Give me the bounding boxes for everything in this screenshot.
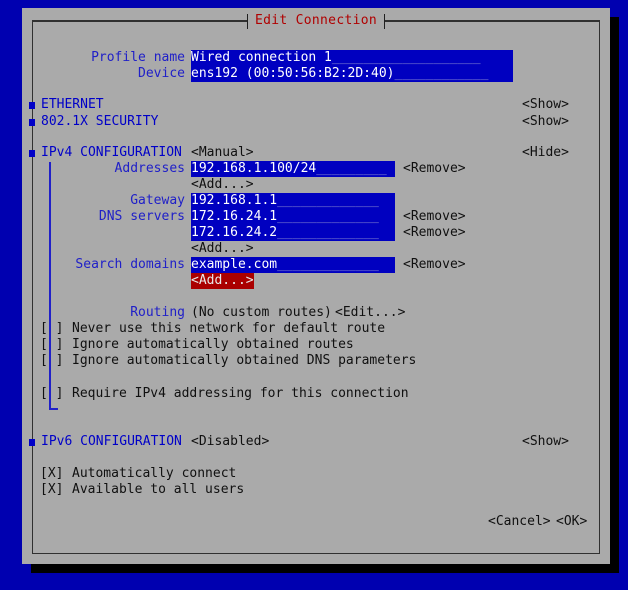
dns-pad-0: _____________ (277, 209, 379, 224)
ipv6-config-label[interactable]: IPv6 CONFIGURATION (41, 434, 182, 450)
address-add-button[interactable]: <Add...> (191, 177, 254, 193)
ipv6-mode-select[interactable]: <Disabled> (191, 434, 269, 450)
addresses-label: Addresses (114, 161, 185, 176)
search-domain-pad-0: _____________ (277, 257, 379, 272)
search-domain-value-0: example.com (191, 257, 278, 272)
dns-pad-1: _____________ (277, 225, 379, 240)
dns-add-button[interactable]: <Add...> (191, 241, 254, 257)
section-ethernet-toggle[interactable]: <Show> (522, 97, 569, 113)
title-rule-left (32, 21, 248, 22)
edit-connection-dialog: Edit Connection Profile name Wired conne… (22, 8, 610, 564)
ipv6-toggle[interactable]: <Show> (522, 434, 569, 450)
gateway-pad: _____________ (277, 193, 379, 208)
ethernet-bullet-icon (29, 102, 35, 109)
gateway-label: Gateway (130, 193, 185, 208)
section-8021x-toggle[interactable]: <Show> (522, 114, 569, 130)
address-remove-0[interactable]: <Remove> (403, 161, 466, 177)
ipv6-bullet-icon (29, 439, 35, 446)
checkbox-autoconnect-label[interactable]: Automatically connect (72, 466, 236, 482)
device-value: ens192 (00:50:56:B2:2D:40) (191, 66, 395, 81)
search-domain-add-button[interactable]: <Add...> (191, 273, 254, 289)
checkbox-require-ipv4-mark[interactable]: [ ] (40, 386, 63, 402)
cancel-button[interactable]: <Cancel> (488, 514, 551, 530)
device-pad: ____________ (394, 66, 489, 81)
ipv4-bullet-icon (29, 150, 35, 157)
dot1x-bullet-icon (29, 119, 35, 126)
checkbox-never-default-route-mark[interactable]: [ ] (40, 321, 63, 337)
ipv4-toggle[interactable]: <Hide> (522, 145, 569, 161)
checkbox-never-default-route-label[interactable]: Never use this network for default route (72, 321, 385, 337)
routing-status: (No custom routes) (191, 305, 332, 320)
profile-name-pad: ___________________ (331, 50, 481, 65)
search-domain-remove-0[interactable]: <Remove> (403, 257, 466, 273)
gateway-input[interactable]: 192.168.1.1_____________ (191, 193, 395, 209)
section-ethernet-label[interactable]: ETHERNET (41, 97, 104, 113)
profile-name-label: Profile name (91, 50, 185, 65)
address-pad-0: _________ (316, 161, 387, 176)
routing-label: Routing (130, 305, 185, 320)
checkbox-autoconnect-mark[interactable]: [X] (40, 466, 63, 482)
title-rule-right (384, 21, 600, 22)
address-input-0[interactable]: 192.168.1.100/24_________ (191, 161, 395, 177)
ipv4-mode-select[interactable]: <Manual> (191, 145, 254, 161)
ipv4-section-guide-foot (49, 408, 58, 410)
ok-button[interactable]: <OK> (556, 514, 587, 530)
dialog-title: Edit Connection (248, 13, 384, 29)
profile-name-value: Wired connection 1 (191, 50, 332, 65)
dns-input-1[interactable]: 172.16.24.2_____________ (191, 225, 395, 241)
dns-value-1: 172.16.24.2 (191, 225, 278, 240)
checkbox-ignore-dns-mark[interactable]: [ ] (40, 353, 63, 369)
checkbox-ignore-routes-label[interactable]: Ignore automatically obtained routes (72, 337, 354, 353)
gateway-value: 192.168.1.1 (191, 193, 278, 208)
checkbox-all-users-label[interactable]: Available to all users (72, 482, 244, 498)
checkbox-require-ipv4-label[interactable]: Require IPv4 addressing for this connect… (72, 386, 409, 402)
checkbox-all-users-mark[interactable]: [X] (40, 482, 63, 498)
dns-value-0: 172.16.24.1 (191, 209, 278, 224)
dns-input-0[interactable]: 172.16.24.1_____________ (191, 209, 395, 225)
ipv4-config-label[interactable]: IPv4 CONFIGURATION (41, 145, 182, 161)
dns-servers-label: DNS servers (98, 209, 185, 224)
checkbox-ignore-dns-label[interactable]: Ignore automatically obtained DNS parame… (72, 353, 416, 369)
device-label: Device (138, 66, 185, 81)
search-domains-label: Search domains (75, 257, 185, 272)
dns-remove-0[interactable]: <Remove> (403, 209, 466, 225)
device-input[interactable]: ens192 (00:50:56:B2:2D:40)____________ (191, 66, 513, 82)
address-value-0: 192.168.1.100/24 (191, 161, 317, 176)
section-8021x-label[interactable]: 802.1X SECURITY (41, 114, 158, 130)
dns-remove-1[interactable]: <Remove> (403, 225, 466, 241)
search-domain-input-0[interactable]: example.com_____________ (191, 257, 395, 273)
dialog-titlebar: Edit Connection (32, 12, 600, 30)
profile-name-input[interactable]: Wired connection 1___________________ (191, 50, 513, 66)
checkbox-ignore-routes-mark[interactable]: [ ] (40, 337, 63, 353)
routing-edit-button[interactable]: <Edit...> (335, 305, 405, 321)
